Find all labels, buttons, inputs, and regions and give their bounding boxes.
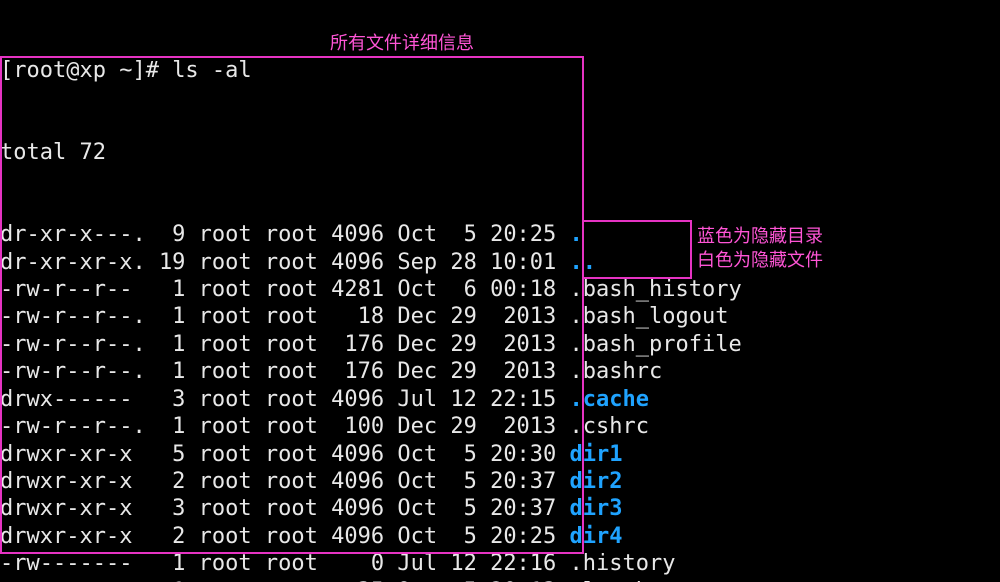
annotation-top-label: 所有文件详细信息	[330, 33, 474, 53]
row-columns: -rw-r--r-- 1 root root 4281 Oct 6 00:18	[0, 277, 570, 302]
file-name: dir1	[570, 442, 623, 467]
row-columns: drwx------ 3 root root 4096 Jul 12 22:15	[0, 387, 570, 412]
row-columns: drwxr-xr-x 2 root root 4096 Oct 5 20:25	[0, 524, 570, 549]
file-name: dir4	[570, 524, 623, 549]
row-columns: drwxr-xr-x 5 root root 4096 Oct 5 20:30	[0, 442, 570, 467]
file-name: dir3	[570, 496, 623, 521]
table-row: drwxr-xr-x 2 root root 4096 Oct 5 20:25 …	[0, 523, 1000, 550]
file-name: .history	[570, 551, 676, 576]
table-row: dr-xr-xr-x. 19 root root 4096 Sep 28 10:…	[0, 249, 1000, 276]
row-columns: -rw-r--r--. 1 root root 176 Dec 29 2013	[0, 332, 570, 357]
file-name: .lesshst	[570, 579, 676, 582]
row-columns: -rw------- 1 root root 35 Oct 5 20:13	[0, 579, 570, 582]
table-row: -rw-r--r--. 1 root root 18 Dec 29 2013 .…	[0, 303, 1000, 330]
file-name: .bash_history	[570, 277, 742, 302]
table-row: drwxr-xr-x 5 root root 4096 Oct 5 20:30 …	[0, 441, 1000, 468]
file-name: .cache	[570, 387, 649, 412]
table-row: -rw-r--r--. 1 root root 100 Dec 29 2013 …	[0, 413, 1000, 440]
total-line: total 72	[0, 139, 1000, 166]
file-name: .	[570, 222, 583, 247]
file-name: ..	[570, 250, 597, 275]
file-name: .bash_profile	[570, 332, 742, 357]
file-listing: dr-xr-x---. 9 root root 4096 Oct 5 20:25…	[0, 221, 1000, 582]
row-columns: dr-xr-xr-x. 19 root root 4096 Sep 28 10:…	[0, 250, 570, 275]
row-columns: -rw------- 1 root root 0 Jul 12 22:16	[0, 551, 570, 576]
table-row: drwx------ 3 root root 4096 Jul 12 22:15…	[0, 386, 1000, 413]
row-columns: dr-xr-x---. 9 root root 4096 Oct 5 20:25	[0, 222, 570, 247]
table-row: drwxr-xr-x 3 root root 4096 Oct 5 20:37 …	[0, 495, 1000, 522]
file-name: .bashrc	[570, 359, 663, 384]
row-columns: -rw-r--r--. 1 root root 100 Dec 29 2013	[0, 414, 570, 439]
file-name: .bash_logout	[570, 304, 729, 329]
prompt-line: [root@xp ~]# ls -al	[0, 57, 1000, 84]
table-row: -rw-r--r--. 1 root root 176 Dec 29 2013 …	[0, 331, 1000, 358]
command: ls -al	[172, 58, 251, 83]
prompt: [root@xp ~]#	[0, 58, 172, 83]
table-row: -rw-r--r-- 1 root root 4281 Oct 6 00:18 …	[0, 276, 1000, 303]
row-columns: -rw-r--r--. 1 root root 176 Dec 29 2013	[0, 359, 570, 384]
file-name: dir2	[570, 469, 623, 494]
row-columns: drwxr-xr-x 2 root root 4096 Oct 5 20:37	[0, 469, 570, 494]
table-row: -rw------- 1 root root 35 Oct 5 20:13 .l…	[0, 578, 1000, 582]
row-columns: -rw-r--r--. 1 root root 18 Dec 29 2013	[0, 304, 570, 329]
table-row: -rw-r--r--. 1 root root 176 Dec 29 2013 …	[0, 358, 1000, 385]
table-row: -rw------- 1 root root 0 Jul 12 22:16 .h…	[0, 550, 1000, 577]
table-row: drwxr-xr-x 2 root root 4096 Oct 5 20:37 …	[0, 468, 1000, 495]
row-columns: drwxr-xr-x 3 root root 4096 Oct 5 20:37	[0, 496, 570, 521]
terminal[interactable]: [root@xp ~]# ls -al total 72 dr-xr-x---.…	[0, 0, 1000, 582]
file-name: .cshrc	[570, 414, 649, 439]
table-row: dr-xr-x---. 9 root root 4096 Oct 5 20:25…	[0, 221, 1000, 248]
